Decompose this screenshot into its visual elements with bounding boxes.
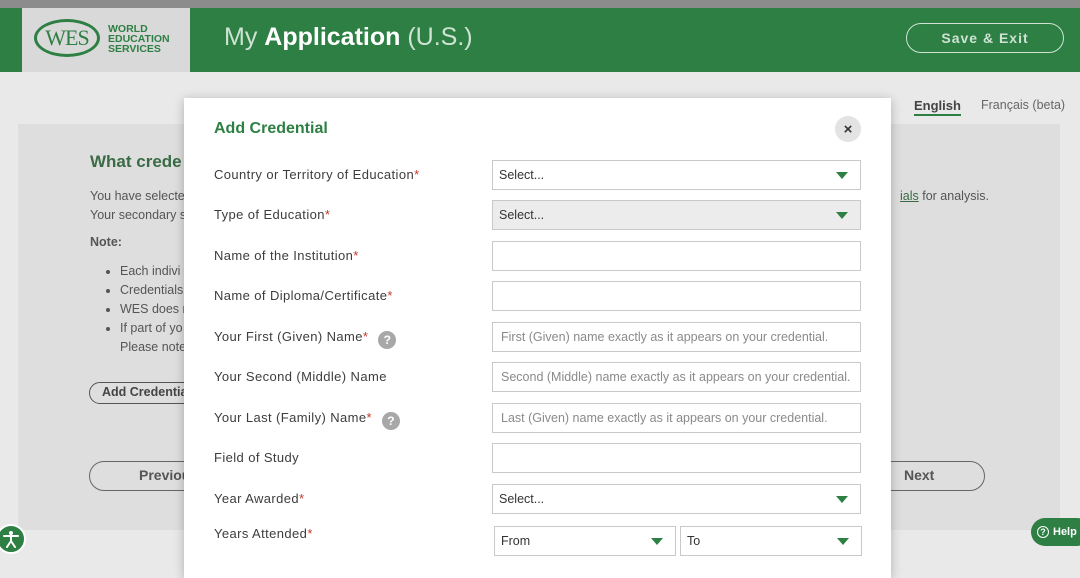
list-item: WES does n — [120, 300, 189, 319]
select-value: From — [501, 534, 531, 548]
chevron-down-icon — [836, 212, 848, 219]
modal-title: Add Credential — [214, 120, 328, 137]
background-line-1-end: ials for analysis. — [900, 189, 989, 203]
form-row-first-name: Your First (Given) Name*? First (Given) … — [214, 322, 864, 352]
field-of-study-input[interactable] — [492, 443, 861, 473]
form-row-middle-name: Your Second (Middle) Name Second (Middle… — [214, 362, 864, 392]
from-year-select[interactable]: From — [494, 526, 676, 556]
save-exit-button[interactable]: Save & Exit — [906, 23, 1064, 53]
field-label: Years Attended* — [214, 526, 313, 541]
help-label: Help — [1053, 526, 1077, 538]
year-awarded-select[interactable]: Select... — [492, 484, 861, 514]
list-item: Credentials — [120, 281, 189, 300]
diploma-input[interactable] — [492, 281, 861, 311]
note-list: Each indivi Credentials WES does n If pa… — [104, 262, 189, 357]
credentials-link[interactable]: ials — [900, 189, 919, 203]
background-line-1-tail: for analysis. — [922, 189, 989, 203]
logo-text: WORLD EDUCATION SERVICES — [108, 24, 188, 55]
title-suffix: (U.S.) — [407, 23, 473, 51]
form-row-institution: Name of the Institution* — [214, 241, 864, 271]
logo-line-3: SERVICES — [108, 43, 161, 55]
help-icon: ? — [1037, 526, 1049, 538]
list-item: If part of yo — [120, 319, 189, 338]
help-icon[interactable]: ? — [378, 331, 397, 349]
form-row-field-of-study: Field of Study — [214, 443, 864, 473]
chevron-down-icon — [836, 172, 848, 179]
field-label: Your Second (Middle) Name — [214, 369, 387, 384]
first-name-input[interactable]: First (Given) name exactly as it appears… — [492, 322, 861, 352]
select-value: Select... — [499, 168, 545, 182]
to-year-select[interactable]: To — [680, 526, 862, 556]
middle-name-input[interactable]: Second (Middle) name exactly as it appea… — [492, 362, 861, 392]
country-select[interactable]: Select... — [492, 160, 861, 190]
chevron-down-icon — [836, 496, 848, 503]
field-label: Your First (Given) Name*? — [214, 329, 397, 349]
help-button[interactable]: ? Help — [1031, 518, 1080, 546]
education-type-select[interactable]: Select... — [492, 200, 861, 230]
background-line-1: You have selecte — [90, 189, 185, 203]
last-name-input[interactable]: Last (Given) name exactly as it appears … — [492, 403, 861, 433]
form-row-year-awarded: Year Awarded* Select... — [214, 484, 864, 514]
language-french[interactable]: Français (beta) — [981, 98, 1065, 112]
wes-logo[interactable]: WES WORLD EDUCATION SERVICES — [22, 8, 190, 72]
select-value: Select... — [499, 492, 545, 506]
form-row-country: Country or Territory of Education* Selec… — [214, 160, 864, 190]
add-credential-modal: Add Credential × Country or Territory of… — [184, 98, 891, 578]
note-label: Note: — [90, 235, 122, 249]
select-value: To — [687, 534, 701, 548]
top-strip — [0, 0, 1080, 8]
list-item: Each indivi — [120, 262, 189, 281]
background-heading: What crede — [90, 152, 182, 171]
app-header: WES WORLD EDUCATION SERVICES My Applicat… — [0, 8, 1080, 72]
form-row-diploma: Name of Diploma/Certificate* — [214, 281, 864, 311]
field-label: Name of the Institution* — [214, 248, 359, 263]
form-row-years-attended: Years Attended* From To — [214, 526, 864, 556]
accessibility-figure-icon — [3, 531, 19, 548]
field-label: Field of Study — [214, 450, 300, 465]
field-label: Name of Diploma/Certificate* — [214, 288, 393, 303]
institution-input[interactable] — [492, 241, 861, 271]
chevron-down-icon — [837, 538, 849, 545]
title-bold: Application — [264, 23, 401, 51]
field-label: Country or Territory of Education* — [214, 167, 420, 182]
form-row-last-name: Your Last (Family) Name*? Last (Given) n… — [214, 403, 864, 433]
accessibility-icon[interactable] — [0, 524, 26, 554]
page-title: My Application (U.S.) — [224, 23, 473, 52]
field-label: Your Last (Family) Name*? — [214, 410, 400, 430]
chevron-down-icon — [651, 538, 663, 545]
language-english[interactable]: English — [914, 98, 961, 116]
logo-mark: WES — [34, 19, 100, 57]
form-row-type: Type of Education* Select... — [214, 200, 864, 230]
select-value: Select... — [499, 208, 545, 222]
list-item-continuation: Please note — [120, 340, 187, 354]
background-line-2: Your secondary s — [90, 208, 187, 222]
close-icon[interactable]: × — [835, 116, 861, 142]
field-label: Year Awarded* — [214, 491, 305, 506]
help-icon[interactable]: ? — [381, 412, 400, 430]
title-prefix: My — [224, 23, 258, 51]
field-label: Type of Education* — [214, 207, 331, 222]
